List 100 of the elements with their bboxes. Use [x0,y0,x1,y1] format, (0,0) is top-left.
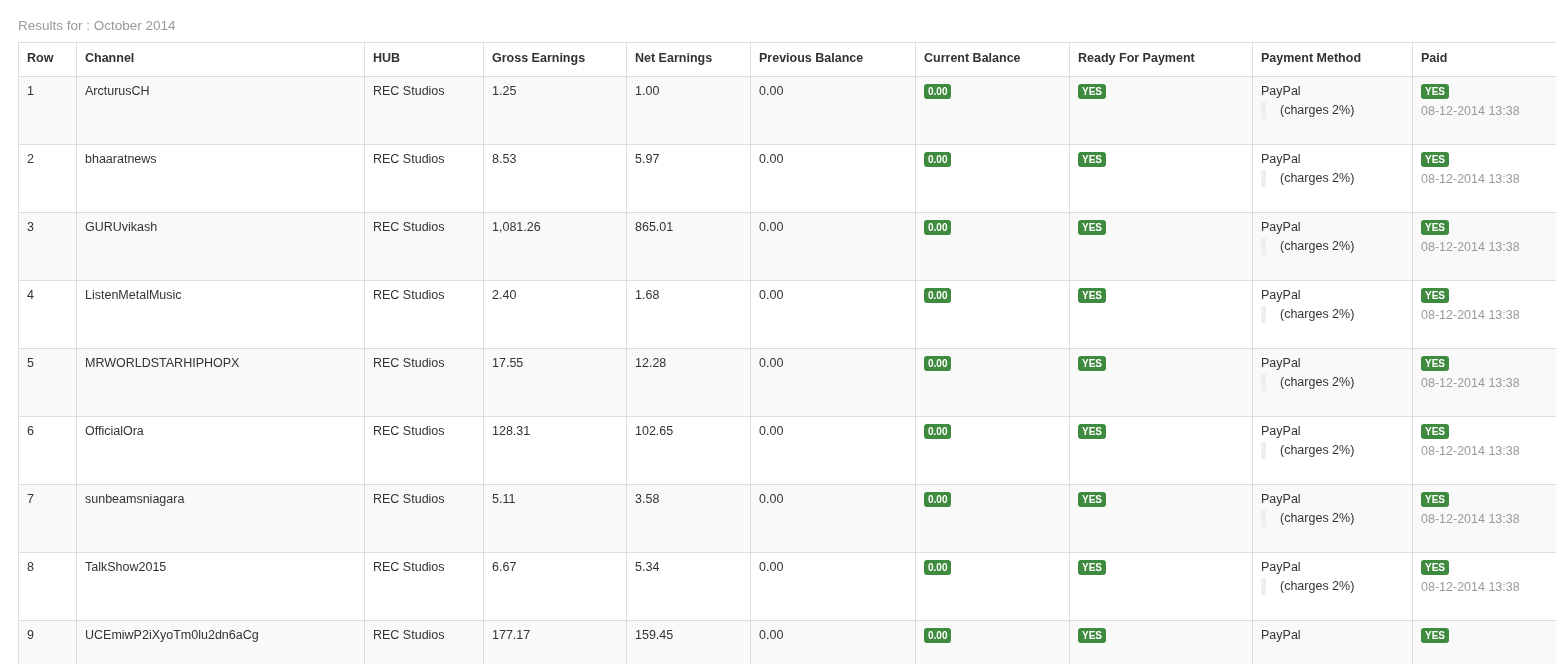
charges-note: (charges 2%) [1261,577,1355,596]
table-cell: REC Studios [364,212,484,281]
column-header: HUB [364,42,484,77]
table-cell: REC Studios [364,144,484,213]
table-cell: REC Studios [364,416,484,485]
status-label: YES [1078,84,1106,100]
table-cell: bhaaratnews [76,144,365,213]
status-label: YES [1078,356,1106,372]
charges-note: (charges 2%) [1261,101,1355,120]
payment-method: PayPal [1261,356,1301,371]
table-cell: 3 [18,212,77,281]
status-label: YES [1421,152,1449,168]
table-cell: 7 [18,484,77,553]
table-cell: 6.67 [483,552,627,621]
results-title: Results for : October 2014 [18,17,177,35]
paid-date: 08-12-2014 13:38 [1421,442,1521,460]
table-cell: OfficialOra [76,416,365,485]
column-header: Paid [1412,42,1556,77]
balance-label: 0.00 [924,84,952,100]
status-label: YES [1078,492,1106,508]
table-cell: ListenMetalMusic [76,280,365,349]
charges-note: (charges 2%) [1261,237,1355,256]
column-header: Channel [76,42,365,77]
table-cell: 3.58 [626,484,751,553]
table-cell: 1.68 [626,280,751,349]
table-cell: 4 [18,280,77,349]
charges-note: (charges 2%) [1261,441,1355,460]
status-label: YES [1421,288,1449,304]
table-cell: 1.00 [626,76,751,145]
payment-method: PayPal [1261,560,1301,575]
column-header: Gross Earnings [483,42,627,77]
status-label: YES [1421,424,1449,440]
table-cell: 865.01 [626,212,751,281]
table-cell: ArcturusCH [76,76,365,145]
column-header: Previous Balance [750,42,916,77]
payment-method: PayPal [1261,152,1301,167]
table-cell: 17.55 [483,348,627,417]
status-label: YES [1421,84,1449,100]
table-cell: 159.45 [626,620,751,664]
table-cell: UCEmiwP2iXyoTm0lu2dn6aCg [76,620,365,664]
table-cell: 0.00 [750,552,916,621]
payment-method: PayPal [1261,288,1301,303]
balance-label: 0.00 [924,560,952,576]
table-cell: 0.00 [750,280,916,349]
column-header: Ready For Payment [1069,42,1253,77]
paid-date: 08-12-2014 13:38 [1421,578,1521,596]
table-cell: REC Studios [364,552,484,621]
charges-note: (charges 2%) [1261,373,1355,392]
table-cell: 0.00 [750,416,916,485]
balance-label: 0.00 [924,356,952,372]
table-cell: 1 [18,76,77,145]
paid-date: 08-12-2014 13:38 [1421,102,1521,120]
table-cell: 5.11 [483,484,627,553]
payment-method: PayPal [1261,84,1301,99]
table-cell: 5.97 [626,144,751,213]
balance-label: 0.00 [924,628,952,644]
charges-note: (charges 2%) [1261,509,1355,528]
table-cell: 0.00 [750,76,916,145]
column-header: Net Earnings [626,42,751,77]
table-cell: REC Studios [364,76,484,145]
table-cell: GURUvikash [76,212,365,281]
table-cell: 5.34 [626,552,751,621]
balance-label: 0.00 [924,152,952,168]
balance-label: 0.00 [924,424,952,440]
status-label: YES [1078,628,1106,644]
status-label: YES [1078,152,1106,168]
table-cell: 0.00 [750,212,916,281]
paid-date: 08-12-2014 13:38 [1421,306,1521,324]
paid-date: 08-12-2014 13:38 [1421,238,1521,256]
status-label: YES [1078,220,1106,236]
status-label: YES [1421,628,1449,644]
table-cell: MRWORLDSTARHIPHOPX [76,348,365,417]
table-cell: 0.00 [750,348,916,417]
payment-method: PayPal [1261,492,1301,507]
table-cell: 12.28 [626,348,751,417]
payment-method: PayPal [1261,220,1301,235]
charges-note: (charges 2%) [1261,169,1355,188]
paid-date: 08-12-2014 13:38 [1421,374,1521,392]
table-cell: 102.65 [626,416,751,485]
payment-method: PayPal [1261,424,1301,439]
table-cell: REC Studios [364,620,484,664]
paid-date: 08-12-2014 13:38 [1421,170,1521,188]
table-cell: 0.00 [750,484,916,553]
table-cell: 5 [18,348,77,417]
balance-label: 0.00 [924,220,952,236]
table-cell: 8 [18,552,77,621]
table-cell: 1.25 [483,76,627,145]
table-cell: 8.53 [483,144,627,213]
charges-note: (charges 2%) [1261,305,1355,324]
table-cell: REC Studios [364,280,484,349]
table-cell: sunbeamsniagara [76,484,365,553]
table-cell: REC Studios [364,484,484,553]
table-cell: TalkShow2015 [76,552,365,621]
table-cell: 2.40 [483,280,627,349]
status-label: YES [1078,424,1106,440]
column-header: Row [18,42,77,77]
table-cell: 1,081.26 [483,212,627,281]
table-cell: 0.00 [750,620,916,664]
balance-label: 0.00 [924,492,952,508]
table-cell: 128.31 [483,416,627,485]
